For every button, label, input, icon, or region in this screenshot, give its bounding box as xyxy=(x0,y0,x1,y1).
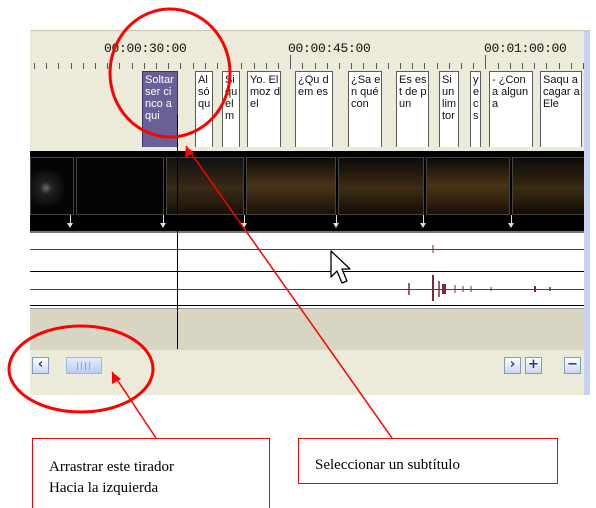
handle-highlight-circle xyxy=(7,324,155,414)
subtitle-highlight-circle xyxy=(108,7,232,139)
select-arrow-line xyxy=(185,145,393,439)
drag-callout-line1: Arrastrar este tirador xyxy=(49,459,174,475)
drag-handle-callout: Arrastrar este tirador Hacia la izquierd… xyxy=(32,438,270,508)
select-callout-text: Seleccionar un subtítulo xyxy=(315,457,460,473)
drag-callout-line2: Hacia la izquierda xyxy=(49,480,159,496)
annotation-overlay xyxy=(7,7,393,439)
select-subtitle-callout: Seleccionar un subtítulo xyxy=(298,438,558,484)
